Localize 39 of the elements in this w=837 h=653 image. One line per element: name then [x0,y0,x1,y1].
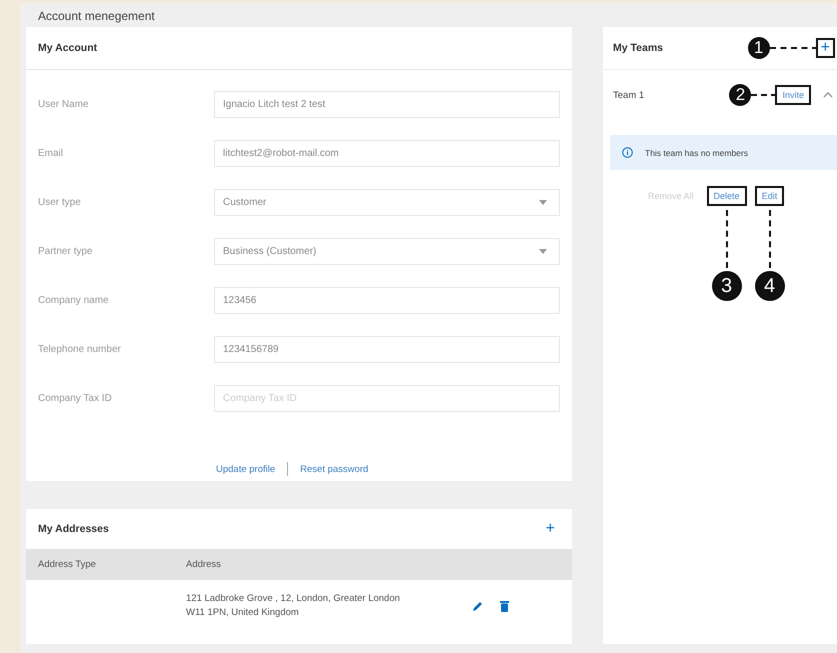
notice-text: This team has no members [645,148,748,158]
add-button[interactable]: + [818,40,833,56]
select-field[interactable]: Business (Customer) [214,238,560,265]
add-button[interactable]: + [542,521,558,537]
action-button[interactable]: Delete [708,188,745,204]
card-title: My Account [38,42,98,54]
field-label: User type [38,197,82,208]
input-field[interactable]: 1234156789 [214,336,560,363]
address-text: 121 Ladbroke Grove , 12, London, Greater London W11 1PN, United Kingdom [186,592,401,620]
page-title: Account menegement [37,8,155,25]
card-title: My Addresses [38,523,109,535]
text-link[interactable]: Update profile [216,464,276,474]
trash-icon[interactable] [500,600,509,612]
select-field[interactable]: Customer [214,189,560,216]
callout-badge: 1 [748,37,770,59]
field-label: Email [38,148,64,159]
dropdown-caret-icon [539,200,547,205]
dropdown-caret-icon [539,249,547,254]
input-field[interactable]: litchtest2@robot-mail.com [214,140,560,167]
text-link[interactable]: Reset password [300,464,368,474]
field-label: Telephone number [38,344,122,355]
field-label: Company name [38,295,110,306]
callout-badge: 3 [712,271,742,301]
chevron-icon[interactable] [823,92,833,98]
card-title: My Teams [613,42,663,54]
callout-badge: 4 [754,271,785,301]
invite-button[interactable]: Invite [777,87,809,103]
info-icon [622,147,633,158]
input-field[interactable]: Ignacio Litch test 2 test [214,91,560,118]
field-label: Partner type [38,246,94,257]
team-name: Team 1 [613,90,644,100]
action-button[interactable]: Edit [756,188,782,204]
pencil-icon[interactable] [472,600,484,612]
input-field[interactable]: 123456 [214,287,560,314]
field-label: User Name [38,99,90,110]
callout-badge: 2 [729,84,752,106]
column-header: Address Type [38,559,97,570]
field-label: Company Tax ID [38,393,113,404]
column-header: Address [186,559,222,570]
